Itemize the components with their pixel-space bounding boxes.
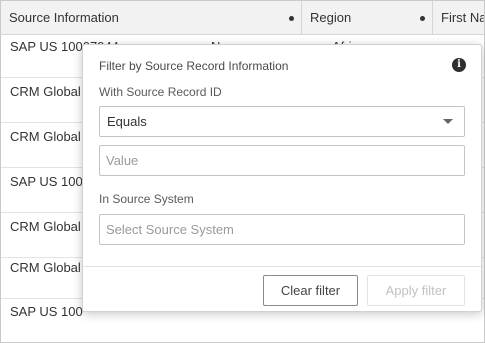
column-menu-icon[interactable] [289,16,294,21]
column-header-label: Region [310,10,352,25]
grid-header: Source Information Region First Na [1,1,485,35]
source-system-input[interactable]: Select Source System [99,214,465,245]
column-header-source-information[interactable]: Source Information [1,1,302,35]
source-cell: SAP US 100 [10,174,83,189]
source-cell: CRM Global [10,219,81,234]
operator-select[interactable]: Equals [99,106,465,137]
source-cell: SAP US 100 [10,304,83,319]
apply-filter-button[interactable]: Apply filter [367,275,465,306]
info-icon[interactable]: i [452,58,466,72]
source-cell: CRM Global [10,84,81,99]
source-cell: CRM Global [10,260,81,275]
record-id-label: With Source Record ID [99,85,222,99]
column-menu-icon[interactable] [420,16,425,21]
source-system-placeholder: Select Source System [106,222,234,237]
filter-popup: Filter by Source Record Information i Wi… [82,44,482,312]
source-cell: CRM Global [10,129,81,144]
source-system-label: In Source System [99,192,194,206]
column-header-first-name[interactable]: First Na [433,1,485,35]
clear-filter-button[interactable]: Clear filter [263,275,358,306]
column-header-label: First Na [441,10,485,25]
value-placeholder: Value [106,153,139,168]
filter-title: Filter by Source Record Information [99,59,289,73]
column-header-label: Source Information [9,10,119,25]
column-header-region[interactable]: Region [302,1,433,35]
filter-footer: Clear filter Apply filter [83,266,481,312]
chevron-down-icon [443,119,453,124]
value-input[interactable]: Value [99,145,465,176]
operator-value: Equals [107,114,147,129]
